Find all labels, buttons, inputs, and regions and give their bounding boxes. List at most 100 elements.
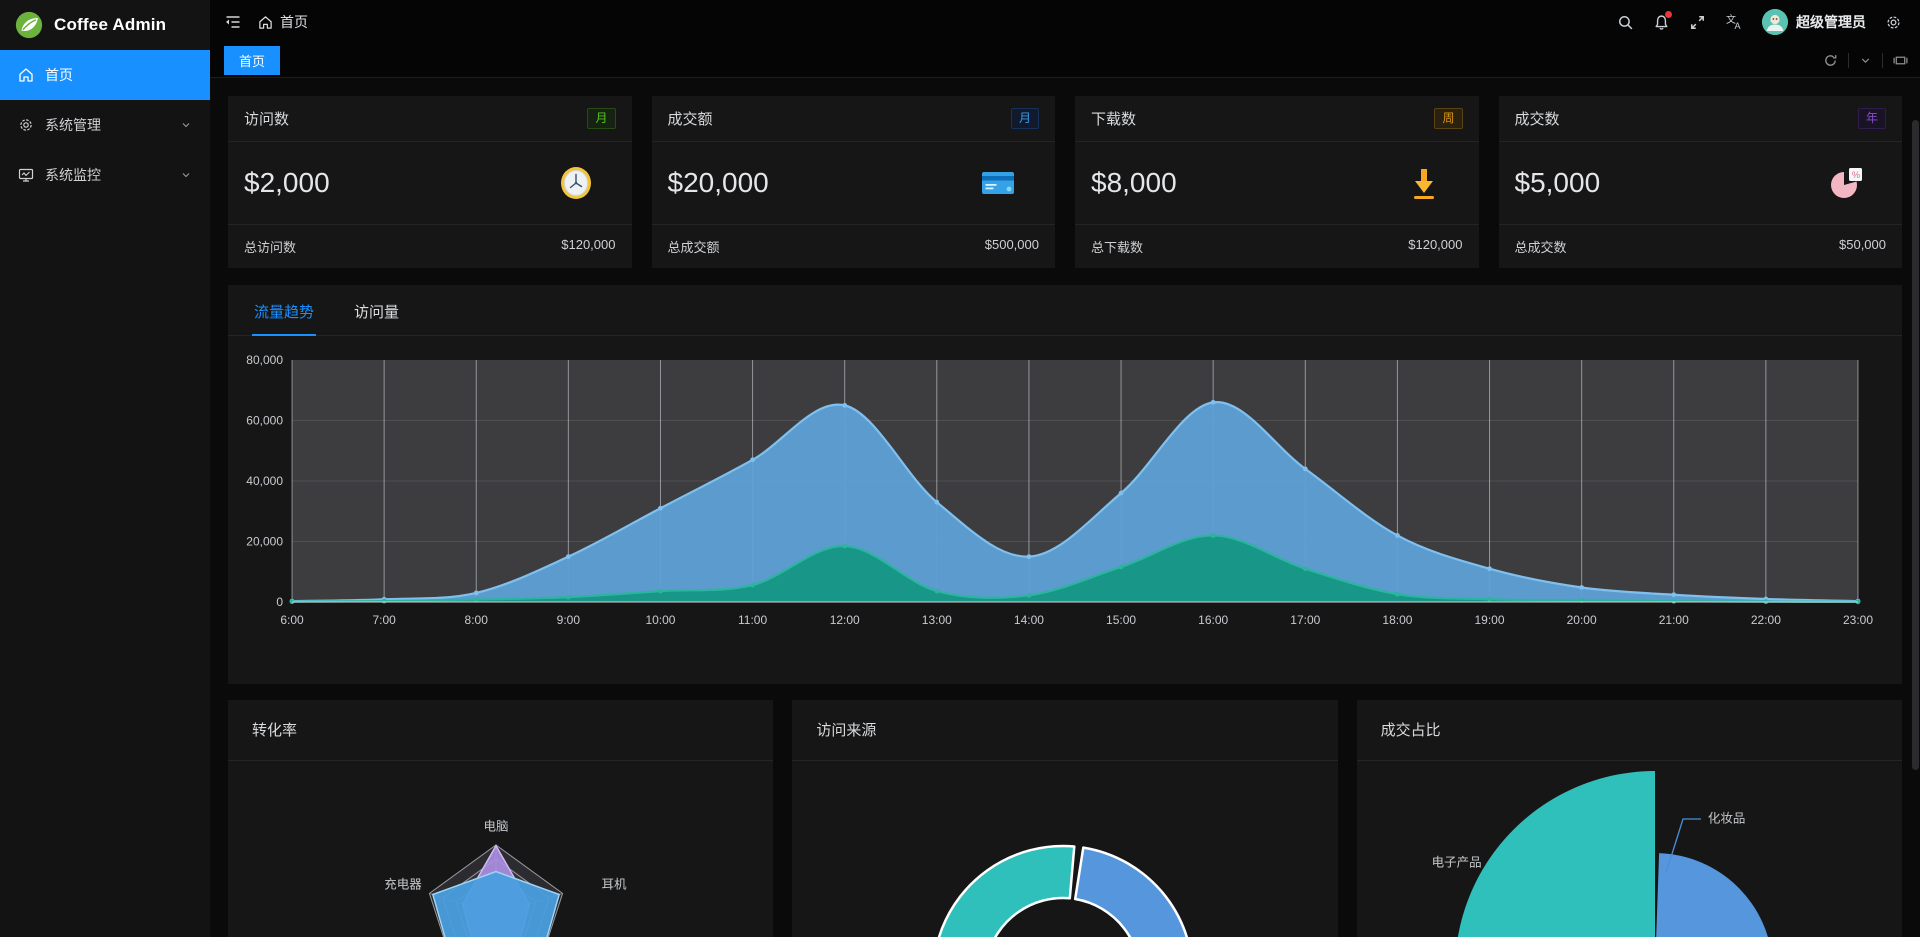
stat-footer-value: $500,000	[985, 237, 1039, 256]
chevron-down-icon[interactable]	[1859, 54, 1872, 67]
svg-text:0: 0	[276, 595, 283, 609]
stat-card-downloads: 下载数 周 $8,000 总下载数 $120,000	[1075, 96, 1479, 268]
stat-footer-label: 总下载数	[1091, 237, 1143, 256]
svg-text:10:00: 10:00	[645, 613, 675, 627]
collapse-sidebar-icon[interactable]	[224, 13, 242, 31]
stat-card-title: 下载数	[1091, 108, 1136, 129]
tab-home[interactable]: 首页	[224, 46, 280, 75]
chevron-down-icon	[180, 119, 192, 131]
stat-card-title: 成交数	[1515, 108, 1560, 129]
gear-icon	[18, 117, 34, 133]
tab-visit-volume[interactable]: 访问量	[352, 285, 401, 336]
user-name: 超级管理员	[1796, 12, 1866, 32]
stat-card-visits: 访问数 月 $2,000 总访问数	[228, 96, 632, 268]
svg-text:21:00: 21:00	[1659, 613, 1689, 627]
radar-axis-label: 电脑	[483, 816, 508, 835]
home-icon	[258, 15, 273, 30]
traffic-trend-card: 流量趋势 访问量 0 20,000 40,000 60,000 80,000 6:00 7:…	[228, 285, 1902, 684]
notification-badge-dot	[1665, 11, 1672, 18]
svg-text:18:00: 18:00	[1382, 613, 1412, 627]
svg-text:7:00: 7:00	[372, 613, 396, 627]
search-icon[interactable]	[1617, 14, 1634, 31]
svg-text:22:00: 22:00	[1751, 613, 1781, 627]
stat-footer-label: 总成交数	[1515, 237, 1567, 256]
app-title: Coffee Admin	[54, 15, 166, 35]
svg-text:15:00: 15:00	[1106, 613, 1136, 627]
svg-text:6:00: 6:00	[280, 613, 304, 627]
user-menu[interactable]: 超级管理员	[1762, 9, 1866, 35]
svg-text:13:00: 13:00	[922, 613, 952, 627]
radar-axis-label: 充电器	[384, 874, 422, 893]
maximize-icon[interactable]	[1893, 53, 1908, 68]
stat-footer-label: 总成交额	[668, 237, 720, 256]
settings-gear-icon[interactable]	[1885, 14, 1902, 31]
page-scrollbar-thumb[interactable]	[1912, 120, 1919, 770]
sidebar: Coffee Admin 首页 系统管理	[0, 0, 210, 937]
svg-text:20:00: 20:00	[1567, 613, 1597, 627]
svg-text:40,000: 40,000	[246, 474, 283, 488]
stat-card-title: 成交额	[668, 108, 713, 129]
panel-title: 转化率	[228, 700, 773, 761]
sidebar-item-home[interactable]: 首页	[0, 50, 210, 100]
svg-text:20,000: 20,000	[246, 535, 283, 549]
deal-share-card: 成交占比 电子产品 化妆品	[1357, 700, 1902, 937]
svg-text:19:00: 19:00	[1475, 613, 1505, 627]
panel-title: 成交占比	[1357, 700, 1902, 761]
fullscreen-icon[interactable]	[1689, 14, 1706, 31]
radar-axis-label: 耳机	[601, 874, 626, 893]
stat-footer-value: $120,000	[1408, 237, 1462, 256]
sidebar-item-label: 系统管理	[45, 115, 101, 135]
sidebar-item-system-monitor[interactable]: 系统监控	[0, 150, 210, 200]
period-badge: 月	[1011, 108, 1039, 129]
pie-chart: 电子产品 化妆品	[1357, 761, 1902, 937]
clock-icon	[556, 163, 596, 203]
stat-value: $5,000	[1515, 167, 1601, 199]
breadcrumb[interactable]: 首页	[258, 12, 308, 32]
svg-text:17:00: 17:00	[1290, 613, 1320, 627]
radar-chart: 电脑 充电器 耳机	[228, 761, 773, 937]
translate-icon[interactable]: 文 A	[1725, 13, 1743, 31]
svg-text:8:00: 8:00	[465, 613, 489, 627]
stat-card-turnover: 成交额 月 $20,000	[652, 96, 1056, 268]
sidebar-item-label: 首页	[45, 65, 73, 85]
stat-card-deals: 成交数 年 $5,000 % 总成交数	[1499, 96, 1903, 268]
refresh-icon[interactable]	[1823, 53, 1838, 68]
visit-source-card: 访问来源	[792, 700, 1337, 937]
trend-chart-area: 0 20,000 40,000 60,000 80,000 6:00 7:00 8:00 9:0…	[228, 336, 1902, 652]
svg-text:9:00: 9:00	[557, 613, 581, 627]
conversion-rate-card: 转化率	[228, 700, 773, 937]
svg-text:23:00: 23:00	[1843, 613, 1873, 627]
sidebar-item-label: 系统监控	[45, 165, 101, 185]
pie-chart-icon: %	[1826, 163, 1866, 203]
sidebar-item-system-management[interactable]: 系统管理	[0, 100, 210, 150]
svg-text:11:00: 11:00	[738, 613, 767, 627]
monitor-icon	[18, 167, 34, 183]
pie-slice-label: 电子产品	[1432, 852, 1482, 871]
stat-footer-label: 总访问数	[244, 237, 296, 256]
pie-slice-label: 化妆品	[1708, 808, 1746, 827]
svg-text:16:00: 16:00	[1198, 613, 1228, 627]
notifications-bell-icon[interactable]	[1653, 14, 1670, 31]
stat-cards-row: 访问数 月 $2,000 总访问数	[228, 96, 1902, 268]
sidebar-menu: 首页 系统管理 系统监控	[0, 50, 210, 200]
tab-traffic-trend[interactable]: 流量趋势	[252, 285, 316, 336]
donut-chart	[792, 761, 1337, 937]
leaf-logo-icon	[14, 10, 44, 40]
page-content: 访问数 月 $2,000 总访问数	[210, 78, 1920, 937]
home-icon	[18, 67, 34, 83]
period-badge: 月	[587, 108, 615, 129]
app-logo: Coffee Admin	[0, 0, 210, 50]
stat-footer-value: $120,000	[561, 237, 615, 256]
stat-footer-value: $50,000	[1839, 237, 1886, 256]
tabbar: 首页	[210, 44, 1920, 78]
avatar	[1762, 9, 1788, 35]
main-area: 首页 文 A	[210, 0, 1920, 937]
svg-text:80,000: 80,000	[246, 353, 283, 367]
stat-value: $20,000	[668, 167, 769, 199]
chevron-down-icon	[180, 169, 192, 181]
area-chart: 0 20,000 40,000 60,000 80,000 6:00 7:00 8:00 9:0…	[236, 350, 1876, 652]
stat-value: $8,000	[1091, 167, 1177, 199]
breadcrumb-label: 首页	[280, 12, 308, 32]
svg-text:%: %	[1852, 170, 1860, 180]
svg-text:60,000: 60,000	[246, 414, 283, 428]
